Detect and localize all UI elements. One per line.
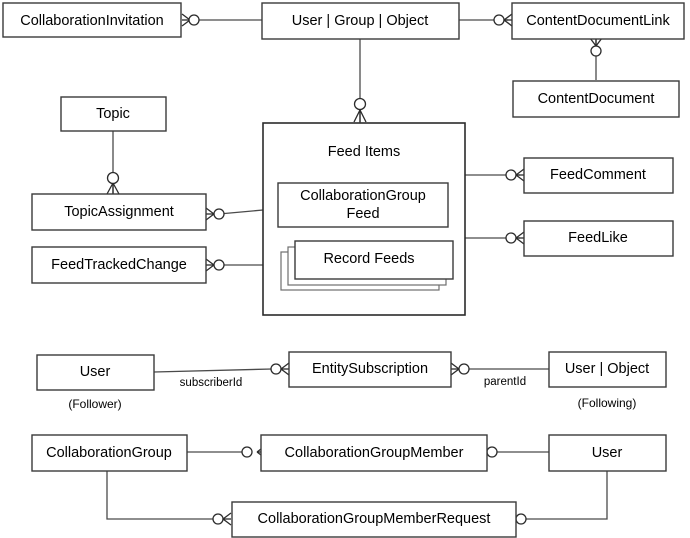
entity-label-collaboration-group-member: CollaborationGroupMember (285, 445, 464, 461)
crows-foot-contentdocumentlink-left (503, 13, 513, 27)
entity-user-object-following[interactable]: User | Object (548, 351, 667, 388)
entity-label-collaboration-group-member-request: CollaborationGroupMemberRequest (258, 511, 491, 527)
cardinality-circle-memberrequest-right (515, 513, 527, 525)
cardinality-circle-entitysubscription-left (270, 363, 282, 375)
crows-foot-feedlike (515, 231, 525, 245)
connector-memberrequest-user (521, 471, 608, 520)
entity-label-collaboration-group-feed-line2: Feed (346, 206, 379, 222)
entity-content-document[interactable]: ContentDocument (512, 80, 680, 118)
cardinality-circle-feeditems-top (353, 97, 367, 111)
entity-feed-tracked-change[interactable]: FeedTrackedChange (31, 246, 207, 284)
entity-label-user-follower: User (80, 364, 111, 380)
cardinality-circle-topicassignment-right (213, 208, 225, 220)
crows-foot-entitysubscription-left (280, 362, 290, 376)
entity-content-document-link[interactable]: ContentDocumentLink (511, 2, 685, 40)
cardinality-circle-topicassignment-top (106, 171, 120, 185)
cardinality-circle-collaborationinvitation (188, 14, 200, 26)
entity-collaboration-group-member[interactable]: CollaborationGroupMember (260, 434, 488, 472)
entity-label-user-member: User (592, 445, 623, 461)
entity-collaboration-group[interactable]: CollaborationGroup (31, 434, 188, 472)
crows-foot-feedtrackedchange-right (205, 258, 215, 272)
entity-user-follower[interactable]: User (36, 354, 155, 391)
entity-feed-like[interactable]: FeedLike (523, 220, 674, 257)
entity-user-member[interactable]: User (548, 434, 667, 472)
edge-label-parent-id: parentId (484, 376, 526, 388)
cardinality-circle-collaborationgroupmember-left (241, 446, 253, 458)
er-diagram-canvas: CollaborationInvitation User | Group | O… (0, 0, 690, 538)
entity-label-collaboration-group: CollaborationGroup (46, 445, 172, 461)
cardinality-circle-feedcomment (505, 169, 517, 181)
entity-label-content-document: ContentDocument (538, 91, 655, 107)
edge-label-subscriber-id: subscriberId (180, 377, 243, 389)
entity-user-group-object[interactable]: User | Group | Object (261, 2, 460, 40)
entity-topic-assignment[interactable]: TopicAssignment (31, 193, 207, 231)
crows-foot-topicassignment-top (106, 182, 120, 195)
entity-label-feed-like: FeedLike (568, 230, 628, 246)
entity-label-feed-comment: FeedComment (550, 167, 646, 183)
cardinality-circle-feedtrackedchange-right (213, 259, 225, 271)
container-title-feed-items: Feed Items (328, 144, 401, 160)
er-diagram-svg: CollaborationInvitation User | Group | O… (2, 2, 685, 538)
cardinality-circle-contentdocumentlink-left (493, 14, 505, 26)
entity-label-user-object-following: User | Object (565, 361, 649, 377)
entity-topic[interactable]: Topic (60, 96, 167, 132)
crows-foot-feeditems-top (353, 109, 367, 123)
annotation-following-note: (Following) (578, 396, 637, 410)
connector-collaborationgroup-memberrequest (106, 471, 218, 520)
cardinality-circle-entitysubscription-right (458, 363, 470, 375)
entity-feed-comment[interactable]: FeedComment (523, 157, 674, 194)
crows-foot-entitysubscription-right (450, 362, 460, 376)
entity-label-topic-assignment: TopicAssignment (64, 204, 174, 220)
entity-collaboration-invitation[interactable]: CollaborationInvitation (2, 2, 182, 38)
entity-label-topic: Topic (96, 106, 130, 122)
entity-label-collaboration-group-feed-line1: CollaborationGroup (300, 188, 426, 204)
entity-label-record-feeds: Record Feeds (323, 251, 414, 267)
entity-collaboration-group-feed[interactable]: CollaborationGroup Feed (277, 182, 449, 228)
entity-label-entity-subscription: EntitySubscription (312, 361, 428, 377)
cardinality-circle-memberrequest-left (212, 513, 224, 525)
entity-entity-subscription[interactable]: EntitySubscription (288, 351, 452, 388)
cardinality-circle-feedlike (505, 232, 517, 244)
entity-label-content-document-link: ContentDocumentLink (526, 13, 670, 29)
entity-record-feeds-stack[interactable]: Record Feeds (280, 240, 454, 291)
entity-collaboration-group-member-request[interactable]: CollaborationGroupMemberRequest (231, 501, 517, 538)
cardinality-circle-contentdocument (590, 45, 602, 57)
crows-foot-feedcomment (515, 168, 525, 182)
connector-topicassignment-feeditems (218, 209, 264, 215)
annotation-follower-note: (Follower) (68, 397, 121, 411)
crows-foot-memberrequest-left (222, 512, 232, 526)
cardinality-circle-collaborationgroupmember-right (486, 446, 498, 458)
entity-label-user-group-object: User | Group | Object (292, 13, 428, 29)
crows-foot-topicassignment-right (205, 207, 215, 221)
connector-user-entitysubscription (153, 368, 273, 373)
entity-label-feed-tracked-change: FeedTrackedChange (51, 257, 187, 273)
entity-label-collaboration-invitation: CollaborationInvitation (20, 13, 163, 29)
